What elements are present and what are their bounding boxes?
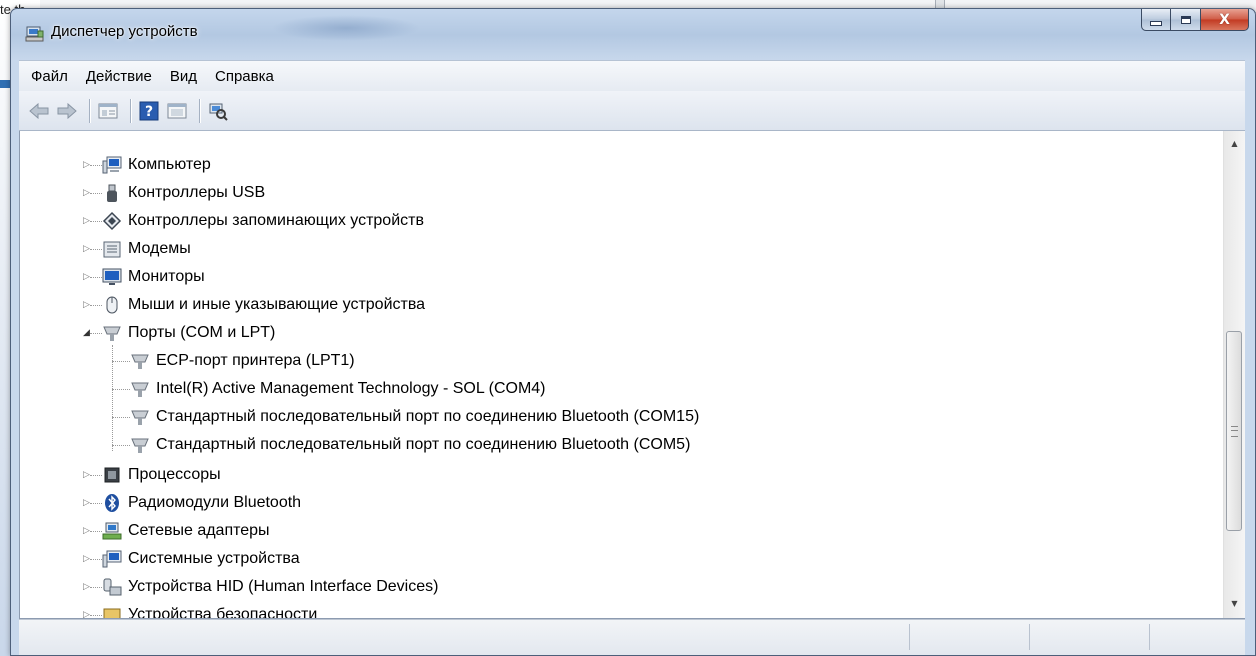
tree-node-label: Модемы — [128, 240, 191, 257]
scroll-down-button[interactable]: ▼ — [1224, 593, 1245, 613]
tree-node-label: Мыши и иные указывающие устройства — [128, 296, 426, 313]
tree-node-security-devices[interactable]: ▷ Устройства безопасности — [82, 601, 318, 619]
status-pane — [1029, 624, 1150, 650]
tree-node-ports[interactable]: ◢ Порты (COM и LPT) — [82, 319, 275, 347]
toolbar: ? — [19, 91, 1245, 131]
menu-help[interactable]: Справка — [206, 68, 283, 85]
help-button[interactable]: ? — [137, 99, 161, 123]
minimize-button[interactable] — [1141, 9, 1171, 31]
mouse-icon — [106, 296, 118, 314]
tree-node-monitors[interactable]: ▷ Мониторы — [82, 263, 205, 291]
modem-icon — [103, 241, 121, 258]
forward-icon — [57, 102, 77, 119]
tree-node-label: Радиомодули Bluetooth — [128, 494, 302, 511]
tree-node-label: Контроллеры USB — [128, 184, 266, 201]
tree-node-network-adapters[interactable]: ▷ Сетевые адаптеры — [82, 517, 270, 545]
device-tree-view[interactable]: ▷ Компьютер ▷ Контроллеры USB ▷ Контролл… — [19, 131, 1245, 619]
scan-hardware-button[interactable] — [206, 99, 230, 123]
window-title: Диспетчер устройств — [51, 23, 198, 40]
scrollbar-thumb[interactable] — [1226, 331, 1242, 531]
properties-icon — [98, 103, 118, 118]
tree-node-label: Сетевые адаптеры — [128, 522, 270, 539]
processor-icon — [104, 467, 120, 483]
tree-node-label: Стандартный последовательный порт по сое… — [156, 408, 700, 425]
tree-node-processors[interactable]: ▷ Процессоры — [82, 461, 221, 489]
caption-buttons: X — [1141, 9, 1249, 31]
system-devices-icon — [102, 550, 122, 568]
close-button[interactable]: X — [1201, 9, 1249, 31]
bluetooth-icon — [105, 494, 119, 512]
tree-node-label: Устройства HID (Human Interface Devices) — [128, 578, 439, 595]
security-device-icon — [103, 608, 121, 618]
port-icon — [131, 438, 149, 453]
tree-node-label: Intel(R) Active Management Technology - … — [156, 380, 546, 397]
menu-action[interactable]: Действие — [77, 68, 161, 85]
toolbar-separator — [130, 98, 131, 123]
tree-node-mice[interactable]: ▷ Мыши и иные указывающие устройства — [82, 291, 425, 319]
tree-node-label: Контроллеры запоминающих устройств — [128, 212, 424, 229]
port-icon — [131, 382, 149, 397]
monitor-icon — [102, 268, 122, 285]
status-bar — [19, 619, 1245, 655]
title-bar[interactable]: Диспетчер устройств X — [11, 9, 1255, 59]
status-pane — [909, 624, 1030, 650]
show-hide-button[interactable] — [165, 99, 189, 123]
menu-file[interactable]: Файл — [19, 68, 77, 85]
show-hide-icon — [167, 103, 187, 118]
device-manager-window: Диспетчер устройств X Файл Действие Вид … — [10, 8, 1256, 656]
tree-node-system-devices[interactable]: ▷ Системные устройства — [82, 545, 300, 573]
tree-node-usb-controllers[interactable]: ▷ Контроллеры USB — [82, 179, 265, 207]
network-adapter-icon — [102, 522, 122, 540]
hid-icon — [103, 578, 122, 596]
port-icon — [131, 410, 149, 425]
device-manager-icon — [25, 23, 45, 43]
close-icon: X — [1219, 11, 1230, 28]
toolbar-separator — [199, 98, 200, 123]
tree-node-port-com15[interactable]: Стандартный последовательный порт по сое… — [112, 403, 699, 431]
tree-node-label: Стандартный последовательный порт по сое… — [156, 436, 691, 453]
menu-view[interactable]: Вид — [161, 68, 206, 85]
grip-icon — [1231, 426, 1238, 437]
tree-node-computer[interactable]: ▷ Компьютер — [82, 151, 211, 179]
toolbar-separator — [89, 98, 90, 123]
scan-hardware-icon — [209, 103, 228, 121]
menu-bar: Файл Действие Вид Справка — [19, 60, 1245, 91]
port-icon — [131, 354, 149, 369]
tree-node-label: Порты (COM и LPT) — [128, 324, 276, 341]
tree-node-label: Процессоры — [128, 466, 221, 483]
port-icon — [103, 326, 121, 341]
forward-button[interactable] — [55, 99, 79, 123]
storage-controller-icon — [102, 211, 122, 231]
help-icon: ? — [139, 101, 159, 120]
scroll-up-button[interactable]: ▲ — [1224, 133, 1245, 153]
maximize-button[interactable] — [1171, 9, 1201, 31]
usb-icon — [107, 184, 117, 202]
tree-node-label: Системные устройства — [128, 550, 300, 567]
tree-node-label: Устройства безопасности — [128, 606, 318, 619]
properties-button[interactable] — [96, 99, 120, 123]
tree-node-label: Компьютер — [128, 156, 211, 173]
device-tree: ▷ Компьютер ▷ Контроллеры USB ▷ Контролл… — [20, 131, 1225, 619]
computer-icon — [102, 156, 122, 174]
tree-node-storage-controllers[interactable]: ▷ Контроллеры запоминающих устройств — [82, 207, 424, 235]
tree-node-port-lpt1[interactable]: ECP-порт принтера (LPT1) — [112, 347, 355, 375]
tree-node-label: ECP-порт принтера (LPT1) — [156, 352, 355, 369]
maximize-icon — [1180, 15, 1191, 24]
back-icon — [29, 102, 49, 119]
status-pane — [1149, 624, 1240, 650]
vertical-scrollbar[interactable]: ▲ ▼ — [1223, 131, 1245, 618]
tree-node-modems[interactable]: ▷ Модемы — [82, 235, 191, 263]
svg-text:?: ? — [145, 104, 153, 120]
tree-node-port-com5[interactable]: Стандартный последовательный порт по сое… — [112, 431, 690, 459]
tree-node-bluetooth[interactable]: ▷ Радиомодули Bluetooth — [82, 489, 301, 517]
tree-node-port-com4[interactable]: Intel(R) Active Management Technology - … — [112, 375, 546, 403]
minimize-icon — [1150, 21, 1162, 26]
tree-node-hid[interactable]: ▷ Устройства HID (Human Interface Device… — [82, 573, 438, 601]
tree-node-label: Мониторы — [128, 268, 205, 285]
back-button[interactable] — [27, 99, 51, 123]
